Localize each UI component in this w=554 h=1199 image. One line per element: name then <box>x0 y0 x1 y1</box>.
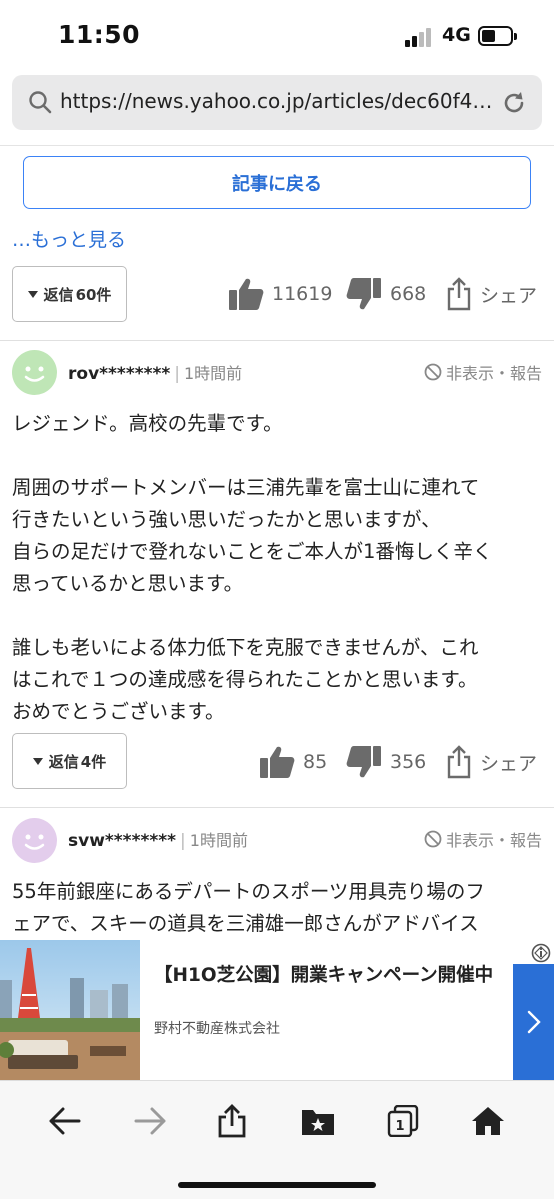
home-button[interactable] <box>468 1101 508 1141</box>
ad-sponsor: 野村不動産株式会社 <box>154 1021 280 1037</box>
ad-arrow-button[interactable] <box>513 964 554 1080</box>
divider <box>0 145 554 146</box>
dislike-count: 668 <box>390 283 427 305</box>
comment-header: rov******** | 1時間前 <box>68 364 243 384</box>
share-label: シェア <box>480 284 538 307</box>
comment-line: 思っているかと思います。 <box>12 572 244 595</box>
ad-image[interactable] <box>0 940 140 1080</box>
ad-banner[interactable]: 【H1O芝公園】開業キャンペーン開催中 野村不動産株式会社 <box>0 940 554 1080</box>
comment-body: 55年前銀座にあるデパートのスポーツ用具売り場のフ ェアで、スキーの道具を三浦雄… <box>12 876 542 940</box>
home-indicator <box>178 1182 376 1188</box>
ad-title[interactable]: 【H1O芝公園】開業キャンペーン開催中 <box>154 962 509 990</box>
battery-icon <box>478 26 517 46</box>
hide-report-button[interactable]: 非表示・報告 <box>424 827 542 851</box>
url-text[interactable]: https://news.yahoo.co.jp/articles/dec60f… <box>60 89 500 113</box>
reply-toggle-button[interactable]: 返信 4件 <box>12 733 127 789</box>
share-page-button[interactable] <box>212 1101 252 1141</box>
reply-label: 返信 <box>48 752 79 771</box>
reply-count: 4件 <box>80 752 107 771</box>
ad-info-icon[interactable] <box>531 943 551 963</box>
comment-header: svw******** | 1時間前 <box>68 831 248 851</box>
status-bar: 11:50 4G <box>0 0 554 70</box>
divider <box>0 340 554 341</box>
comment-line: 行きたいという強い思いだったかと思いますが、 <box>12 508 441 531</box>
user-name[interactable]: svw******** <box>68 831 176 851</box>
triangle-down-icon <box>27 290 38 298</box>
network-label: 4G <box>442 24 471 46</box>
url-bar[interactable]: https://news.yahoo.co.jp/articles/dec60f… <box>12 75 542 130</box>
thumbs-down-icon <box>346 746 381 778</box>
reload-icon[interactable] <box>500 89 528 117</box>
comment-line: おめでとうございます。 <box>12 700 225 723</box>
like-count: 11619 <box>272 283 333 305</box>
status-time: 11:50 <box>58 20 141 49</box>
share-label: シェア <box>480 752 538 775</box>
thumbs-up-icon <box>260 746 295 778</box>
chevron-right-icon <box>527 1010 541 1034</box>
comment-line: ェアで、スキーの道具を三浦雄一郎さんがアドバイス <box>12 912 479 935</box>
time-ago: 1時間前 <box>184 364 243 383</box>
share-button[interactable]: シェア <box>446 745 537 779</box>
signal-icon <box>405 27 435 47</box>
hide-report-button[interactable]: 非表示・報告 <box>424 360 542 384</box>
block-icon <box>424 830 442 848</box>
user-name[interactable]: rov******** <box>68 364 170 384</box>
reply-toggle-button[interactable]: 返信 60件 <box>12 266 127 322</box>
more-link[interactable]: …もっと見る <box>12 225 126 252</box>
forward-button[interactable] <box>130 1101 170 1141</box>
comment-line: レジェンド。高校の先輩です。 <box>12 412 283 435</box>
tabs-button[interactable]: 1 <box>383 1101 423 1141</box>
tabs-icon: 1 <box>387 1105 419 1137</box>
avatar[interactable] <box>12 818 57 863</box>
arrow-right-icon <box>134 1107 166 1135</box>
share-icon <box>447 277 471 311</box>
like-button[interactable]: 85 <box>259 745 327 779</box>
divider <box>0 807 554 808</box>
dislike-button[interactable]: 356 <box>346 745 426 779</box>
thumbs-up-icon <box>229 278 264 310</box>
bookmark-folder-icon <box>302 1110 334 1135</box>
hide-report-label: 非表示・報告 <box>445 831 542 850</box>
dislike-button[interactable]: 668 <box>346 277 426 311</box>
triangle-down-icon <box>32 757 43 765</box>
block-icon <box>424 363 442 381</box>
dislike-count: 356 <box>390 751 427 773</box>
avatar[interactable] <box>12 350 57 395</box>
comment-line: 55年前銀座にあるデパートのスポーツ用具売り場のフ <box>12 880 485 903</box>
share-button[interactable]: シェア <box>446 277 537 311</box>
thumbs-down-icon <box>346 278 381 310</box>
share-icon <box>218 1104 246 1138</box>
arrow-left-icon <box>49 1107 81 1135</box>
time-ago: 1時間前 <box>189 831 248 850</box>
tabs-count: 1 <box>395 1119 404 1134</box>
comment-line: 誰しも老いによる体力低下を克服できませんが、これ <box>12 636 479 659</box>
back-to-article-button[interactable]: 記事に戻る <box>23 156 531 209</box>
search-icon <box>29 91 52 114</box>
comment-line: はこれで１つの達成感を得られたことかと思います。 <box>12 668 478 691</box>
like-count: 85 <box>303 751 328 773</box>
reply-label: 返信 <box>43 285 74 304</box>
back-button[interactable] <box>45 1101 85 1141</box>
comment-line: 自らの足だけで登れないことをご本人が1番悔しく辛く <box>12 540 493 563</box>
comment-body: レジェンド。高校の先輩です。 周囲のサポートメンバーは三浦先輩を富士山に連れて … <box>12 408 542 728</box>
share-icon <box>447 745 471 779</box>
comment-line: 周囲のサポートメンバーは三浦先輩を富士山に連れて <box>12 476 480 499</box>
hide-report-label: 非表示・報告 <box>445 364 542 383</box>
reply-count: 60件 <box>75 285 112 304</box>
like-button[interactable]: 11619 <box>228 277 332 311</box>
bookmarks-button[interactable] <box>298 1101 338 1141</box>
home-icon <box>472 1107 504 1135</box>
